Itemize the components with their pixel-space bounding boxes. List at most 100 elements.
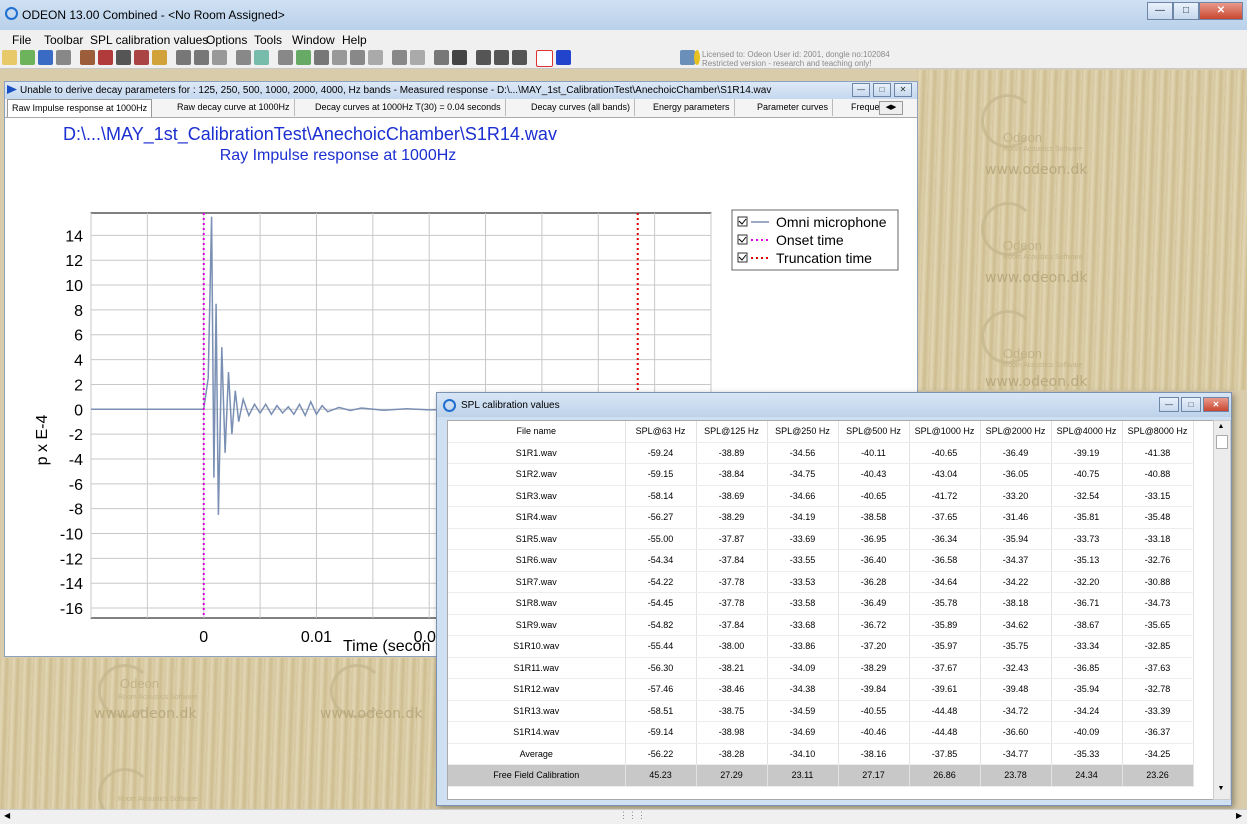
table-row[interactable]: S1R5.wav -55.00 -37.87 -33.69 -36.95 -36.34 -3… bbox=[448, 528, 1194, 550]
child-close-button[interactable]: ✕ bbox=[894, 83, 912, 97]
block-icon[interactable] bbox=[452, 50, 467, 65]
wave-icon[interactable] bbox=[236, 50, 251, 65]
scroll-left-arrow-icon[interactable]: ◀ bbox=[4, 811, 10, 820]
menu-options[interactable]: Options bbox=[206, 33, 247, 47]
tab-decay-curves-1000hz[interactable]: Decay curves at 1000Hz T(30) = 0.04 seco… bbox=[311, 99, 506, 116]
main-horizontal-scrollbar[interactable]: ◀ ⋮⋮⋮ ▶ bbox=[0, 809, 1247, 824]
spl-value-cell: -54.22 bbox=[625, 571, 697, 593]
menu-file[interactable]: File bbox=[12, 33, 31, 47]
key-icon[interactable] bbox=[680, 50, 695, 65]
close-button[interactable]: ✕ bbox=[1199, 2, 1243, 20]
table-row[interactable]: S1R11.wav -56.30 -38.21 -34.09 -38.29 -37.67-… bbox=[448, 657, 1194, 679]
table-row[interactable]: S1R3.wav -58.14 -38.69 -34.66 -40.65 -41.72 -3… bbox=[448, 485, 1194, 507]
tab-decay-curves-all-bands[interactable]: Decay curves (all bands) bbox=[527, 99, 636, 116]
column-header[interactable]: SPL@2000 Hz bbox=[980, 421, 1052, 443]
scroll-thumb[interactable] bbox=[1216, 435, 1228, 449]
minimize-button[interactable]: — bbox=[1147, 2, 1173, 20]
table-row[interactable]: Average -56.22 -38.28 -34.10 -38.16 -37.85 -34… bbox=[448, 743, 1194, 765]
maximize-button[interactable]: □ bbox=[1173, 2, 1199, 20]
column-header[interactable]: SPL@125 Hz bbox=[696, 421, 768, 443]
tile-a-icon[interactable] bbox=[476, 50, 491, 65]
play-icon[interactable] bbox=[556, 50, 571, 65]
open-folder-icon[interactable] bbox=[2, 50, 17, 65]
spl-value-cell: -33.73 bbox=[1051, 528, 1123, 550]
file-name-cell: S1R8.wav bbox=[448, 592, 626, 615]
network-icon[interactable] bbox=[296, 50, 311, 65]
table-row[interactable]: S1R1.wav -59.24 -38.89 -34.56 -40.11 -40.65 -3… bbox=[448, 442, 1194, 464]
main-title-bar: ODEON 13.00 Combined - <No Room Assigned… bbox=[0, 0, 1247, 31]
menu-tools[interactable]: Tools bbox=[254, 33, 282, 47]
spl-value-cell: -34.09 bbox=[767, 657, 839, 679]
tile-c-icon[interactable] bbox=[512, 50, 527, 65]
spl-value-cell: -36.37 bbox=[1122, 721, 1194, 744]
y-tick-label: 12 bbox=[65, 253, 83, 270]
free-field-calibration-row[interactable]: Free Field Calibration 45.23 27.29 23.11 27.… bbox=[448, 764, 1194, 787]
tree-icon[interactable] bbox=[278, 50, 293, 65]
document-icon[interactable] bbox=[212, 50, 227, 65]
info-icon[interactable] bbox=[176, 50, 191, 65]
scroll-down-arrow-icon[interactable]: ▼ bbox=[1216, 785, 1226, 793]
menu-spl-calibration-values[interactable]: SPL calibration values bbox=[90, 33, 208, 47]
speaker-icon[interactable] bbox=[194, 50, 209, 65]
column-header[interactable]: SPL@500 Hz bbox=[838, 421, 910, 443]
spl-vertical-scrollbar[interactable]: ▲ ▼ bbox=[1213, 420, 1231, 800]
chart-icon[interactable] bbox=[134, 50, 149, 65]
window-controls: — □ ✕ bbox=[1147, 2, 1243, 20]
calibration-value-cell: 23.26 bbox=[1122, 764, 1194, 787]
tile-b-icon[interactable] bbox=[494, 50, 509, 65]
calc-icon[interactable] bbox=[314, 50, 329, 65]
room-icon[interactable] bbox=[20, 50, 35, 65]
spl-value-cell: -34.25 bbox=[1122, 743, 1194, 765]
receiver-icon[interactable] bbox=[98, 50, 113, 65]
tab-energy-parameters[interactable]: Energy parameters bbox=[649, 99, 735, 116]
column-header[interactable]: SPL@4000 Hz bbox=[1051, 421, 1123, 443]
table-row[interactable]: S1R4.wav -56.27 -38.29 -34.19 -38.58 -37.65 -3… bbox=[448, 506, 1194, 529]
menu-window[interactable]: Window bbox=[292, 33, 335, 47]
report-icon[interactable] bbox=[332, 50, 347, 65]
table-icon[interactable] bbox=[254, 50, 269, 65]
tab-scroll-arrows[interactable]: ◀▶ bbox=[879, 101, 903, 115]
tab-raw-impulse-response[interactable]: Raw Impulse response at 1000Hz bbox=[7, 99, 153, 117]
column-header[interactable]: SPL@8000 Hz bbox=[1122, 421, 1194, 443]
column-header[interactable]: SPL@1000 Hz bbox=[909, 421, 981, 443]
y-tick-label: -12 bbox=[60, 551, 83, 568]
menu-help[interactable]: Help bbox=[342, 33, 367, 47]
child-maximize-button[interactable]: □ bbox=[873, 83, 891, 97]
column-header[interactable]: File name bbox=[448, 421, 626, 443]
spl-maximize-button[interactable]: □ bbox=[1181, 397, 1201, 412]
spl-value-cell: -34.72 bbox=[980, 700, 1052, 722]
impulse-icon[interactable] bbox=[536, 50, 553, 67]
image-icon[interactable] bbox=[434, 50, 449, 65]
bulb-icon[interactable] bbox=[694, 50, 700, 65]
child-minimize-button[interactable]: — bbox=[852, 83, 870, 97]
tab-parameter-curves[interactable]: Parameter curves bbox=[753, 99, 834, 116]
gif-icon[interactable] bbox=[152, 50, 167, 65]
scroll-up-arrow-icon[interactable]: ▲ bbox=[1216, 423, 1226, 431]
measure-icon[interactable] bbox=[350, 50, 365, 65]
source-icon[interactable] bbox=[80, 50, 95, 65]
menu-toolbar[interactable]: Toolbar bbox=[44, 33, 83, 47]
tab-raw-decay-curve[interactable]: Raw decay curve at 1000Hz bbox=[173, 99, 295, 116]
filter-icon[interactable] bbox=[392, 50, 407, 65]
print-icon[interactable] bbox=[56, 50, 71, 65]
table-row[interactable]: S1R12.wav -57.46 -38.46 -34.38 -39.84 -39.61-… bbox=[448, 678, 1194, 701]
column-header[interactable]: SPL@250 Hz bbox=[767, 421, 839, 443]
spl-close-button[interactable]: ✕ bbox=[1203, 397, 1229, 412]
table-row[interactable]: S1R2.wav -59.15 -38.84 -34.75 -40.43 -43.04 -3… bbox=[448, 463, 1194, 486]
column-header[interactable]: SPL@63 Hz bbox=[625, 421, 697, 443]
table-row[interactable]: S1R9.wav -54.82 -37.84 -33.68 -36.72 -35.89 -3… bbox=[448, 614, 1194, 636]
table-row[interactable]: S1R7.wav -54.22 -37.78 -33.53 -36.28 -34.64 -3… bbox=[448, 571, 1194, 593]
table-row[interactable]: S1R6.wav -54.34 -37.84 -33.55 -36.40 -36.58 -3… bbox=[448, 549, 1194, 572]
scroll-right-arrow-icon[interactable]: ▶ bbox=[1236, 811, 1242, 820]
table-row[interactable]: S1R14.wav -59.14 -38.98 -34.69 -40.46 -44.48-… bbox=[448, 721, 1194, 744]
table-row[interactable]: S1R13.wav -58.51 -38.75 -34.59 -40.55 -44.48-… bbox=[448, 700, 1194, 722]
spl-minimize-button[interactable]: — bbox=[1159, 397, 1179, 412]
noise-icon[interactable] bbox=[410, 50, 425, 65]
table-row[interactable]: S1R10.wav -55.44 -38.00 -33.86 -37.20 -35.97-… bbox=[448, 635, 1194, 658]
scroll-grip-icon[interactable]: ⋮⋮⋮ bbox=[619, 810, 646, 821]
materials-icon[interactable] bbox=[38, 50, 53, 65]
grid-icon[interactable] bbox=[116, 50, 131, 65]
spl-value-cell: -38.21 bbox=[696, 657, 768, 679]
table-row[interactable]: S1R8.wav -54.45 -37.78 -33.58 -36.49 -35.78 -3… bbox=[448, 592, 1194, 615]
list-icon[interactable] bbox=[368, 50, 383, 65]
